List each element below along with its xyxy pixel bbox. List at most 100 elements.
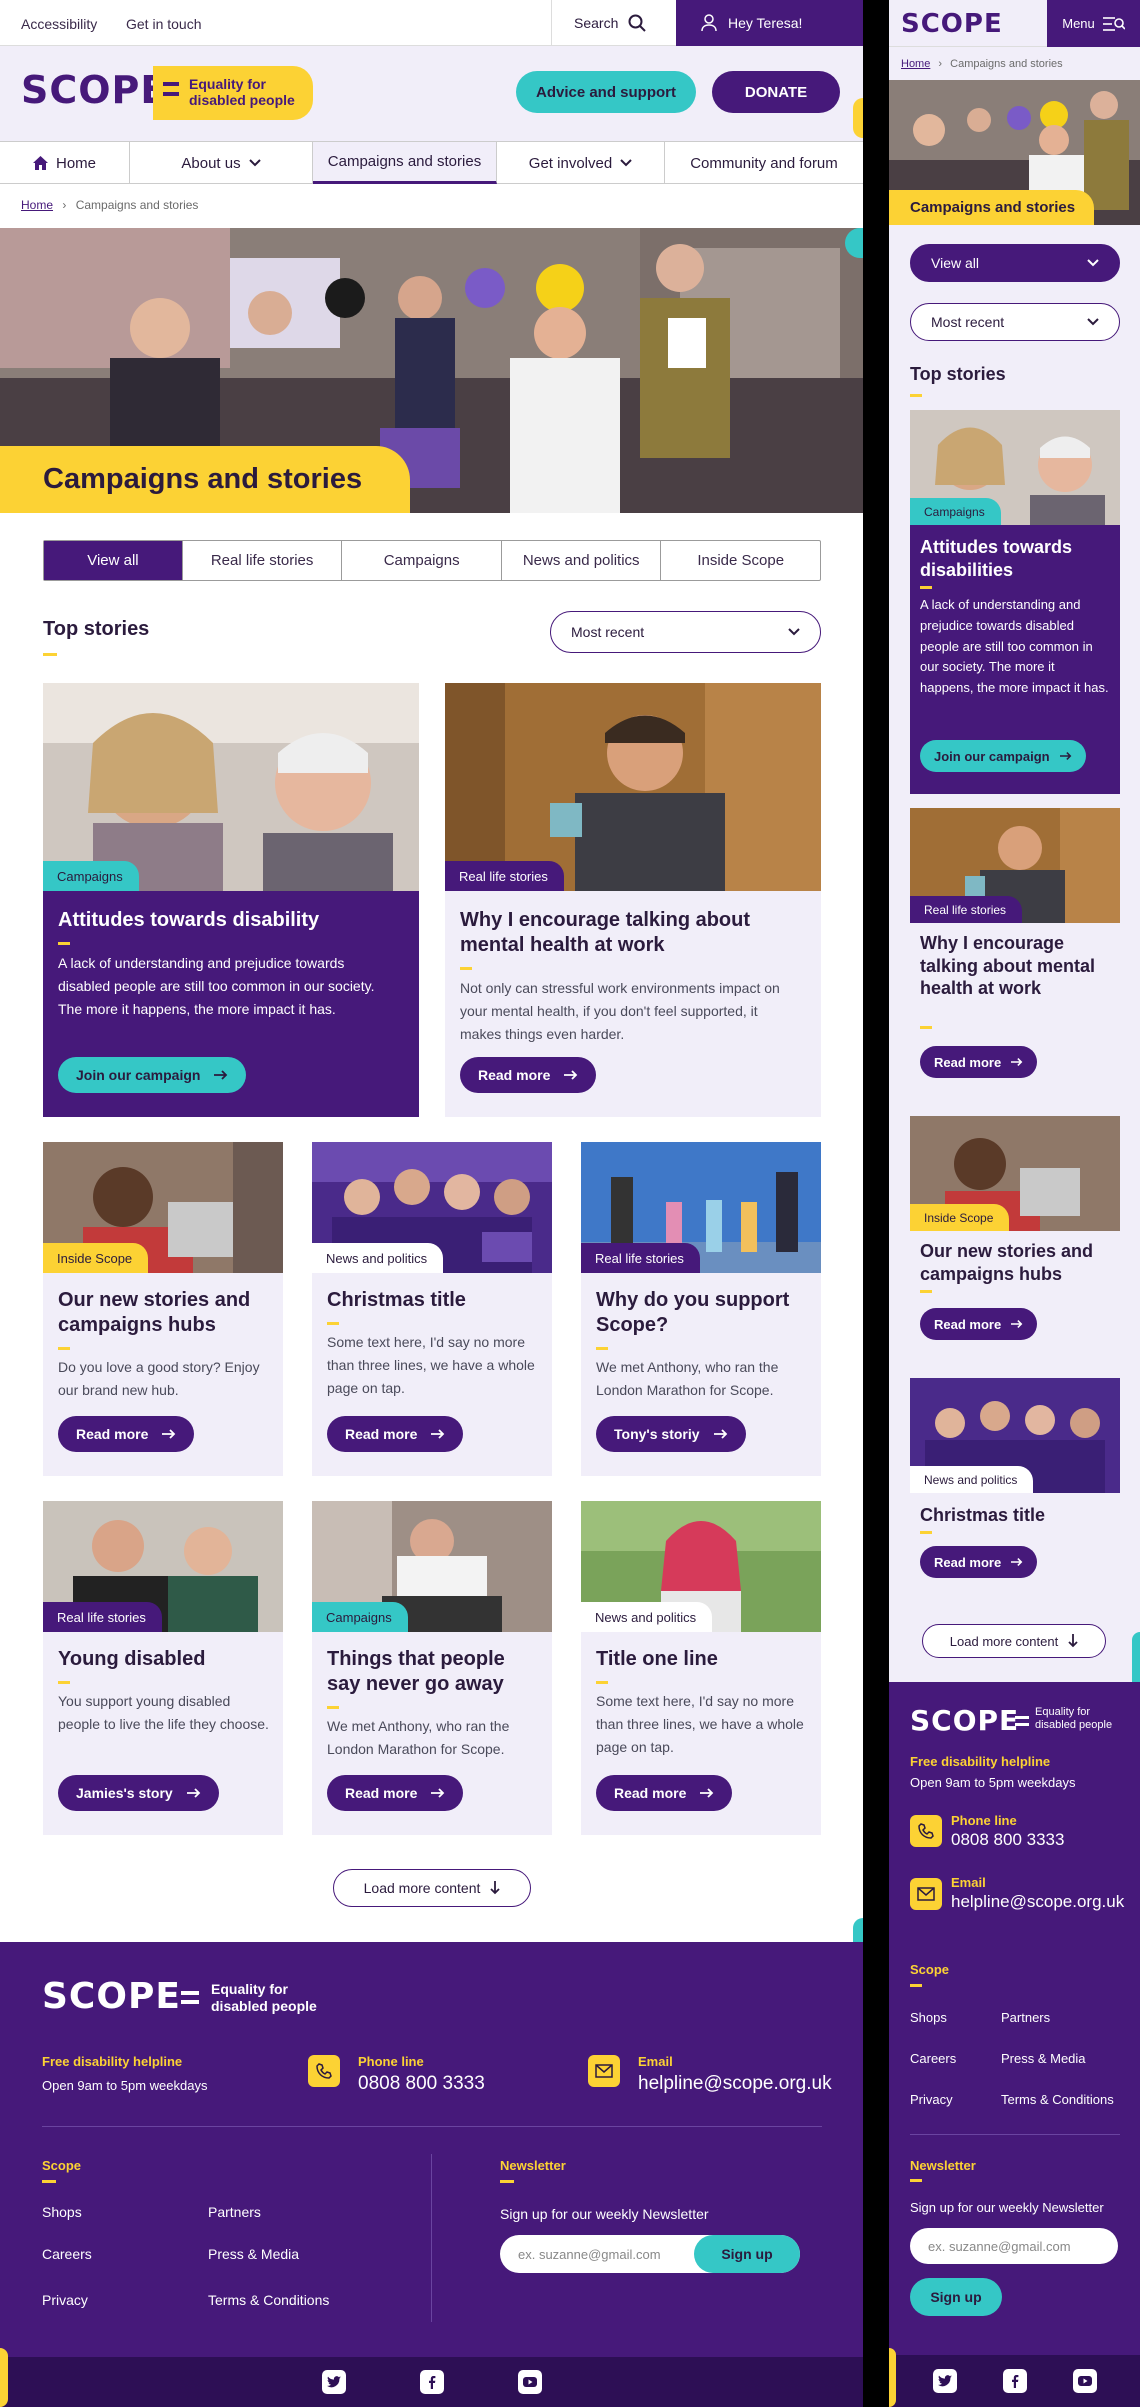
mobile-menu-button[interactable]: Menu	[1047, 0, 1140, 47]
phone-icon	[910, 1815, 942, 1847]
mobile-scope-logo[interactable]: SCOPE	[901, 9, 1003, 39]
twitter-icon[interactable]	[321, 2370, 346, 2394]
read-more-button[interactable]: Read more	[920, 1546, 1038, 1578]
story-card[interactable]: News and politics Christmas title Some t…	[312, 1142, 552, 1476]
filter-real-life-stories[interactable]: Real life stories	[183, 541, 343, 580]
newsletter-signup-button[interactable]: Sign up	[910, 2278, 1002, 2316]
equals-mark-top	[181, 1991, 199, 1995]
join-campaign-button[interactable]: Join our campaign	[58, 1057, 247, 1093]
email-address[interactable]: helpline@scope.org.uk	[951, 1892, 1124, 1912]
story-card[interactable]: Real life stories Why I encourage talkin…	[445, 683, 821, 1117]
search-button[interactable]: Search	[551, 0, 676, 46]
footer-link-press[interactable]: Press & Media	[1001, 2051, 1086, 2066]
footer-link-partners[interactable]: Partners	[1001, 2010, 1050, 2025]
get-in-touch-link[interactable]: Get in touch	[126, 16, 202, 32]
mobile-story-card[interactable]: News and politics Christmas title Read m…	[910, 1378, 1120, 1600]
footer-tagline: Equality for disabled people	[1035, 1706, 1112, 1732]
story-description: Some text here, I'd say no more than thr…	[596, 1693, 804, 1756]
advice-support-button[interactable]: Advice and support	[516, 71, 696, 113]
breadcrumb-home[interactable]: Home	[21, 198, 53, 212]
donate-button[interactable]: DONATE	[712, 71, 840, 113]
button-label: Read more	[76, 1426, 149, 1442]
youtube-icon[interactable]	[1072, 2369, 1097, 2393]
mobile-load-more-button[interactable]: Load more content	[922, 1624, 1106, 1658]
email-address[interactable]: helpline@scope.org.uk	[638, 2073, 832, 2095]
arrow-right-icon	[186, 1788, 201, 1798]
sort-select[interactable]: Most recent	[550, 611, 821, 653]
footer-link-shops[interactable]: Shops	[42, 2204, 82, 2220]
story-title: Why I encourage talking about mental hea…	[920, 933, 1096, 998]
read-story-button[interactable]: Tony's storiy	[596, 1416, 746, 1452]
button-label: Jamies's story	[76, 1785, 173, 1801]
footer-link-press[interactable]: Press & Media	[208, 2246, 299, 2262]
story-card[interactable]: Inside Scope Our new stories and campaig…	[43, 1142, 283, 1476]
facebook-icon[interactable]	[419, 2370, 444, 2394]
filter-view-all[interactable]: View all	[44, 541, 183, 580]
twitter-icon[interactable]	[932, 2369, 957, 2393]
filter-campaigns[interactable]: Campaigns	[342, 541, 502, 580]
breadcrumb-home[interactable]: Home	[901, 58, 930, 70]
scope-logo[interactable]: SCOPE	[21, 68, 167, 112]
read-more-button[interactable]: Read more	[327, 1775, 464, 1811]
button-label: Read more	[345, 1426, 418, 1442]
footer-scope-logo[interactable]: SCOPE	[910, 1704, 1019, 1737]
story-card[interactable]: News and politics Title one line Some te…	[581, 1501, 821, 1835]
story-title: Christmas title	[327, 1289, 466, 1311]
mobile-story-card[interactable]: Real life stories Why I encourage talkin…	[910, 808, 1120, 1100]
story-card[interactable]: Real life stories Why do you support Sco…	[581, 1142, 821, 1476]
nav-get-involved[interactable]: Get involved	[497, 142, 665, 184]
title-underline	[596, 1347, 608, 1350]
helpline-label: Free disability helpline	[42, 2054, 183, 2069]
story-title: Our new stories and campaigns hubs	[58, 1289, 251, 1336]
footer-link-terms[interactable]: Terms & Conditions	[1001, 2092, 1114, 2107]
story-card[interactable]: Campaigns Attitudes towards disability A…	[43, 683, 419, 1117]
footer-link-privacy[interactable]: Privacy	[910, 2092, 953, 2107]
story-title: Attitudes towards disabilities	[920, 537, 1073, 580]
phone-label: Phone line	[358, 2054, 424, 2069]
story-card[interactable]: Real life stories Young disabled You sup…	[43, 1501, 283, 1835]
accessibility-link[interactable]: Accessibility	[21, 16, 97, 32]
nav-home[interactable]: Home	[0, 142, 130, 184]
mobile-view: SCOPE Menu Home › Campaigns and stories …	[889, 0, 1140, 2407]
newsletter-signup-button[interactable]: Sign up	[694, 2235, 800, 2273]
read-story-button[interactable]: Jamies's story	[58, 1775, 219, 1811]
footer-link-shops[interactable]: Shops	[910, 2010, 947, 2025]
footer-link-partners[interactable]: Partners	[208, 2204, 261, 2220]
read-more-button[interactable]: Read more	[920, 1308, 1038, 1340]
footer-link-privacy[interactable]: Privacy	[42, 2292, 88, 2308]
youtube-icon[interactable]	[517, 2370, 542, 2394]
button-label: Read more	[614, 1785, 687, 1801]
footer-scope-logo[interactable]: SCOPE	[42, 1976, 181, 2017]
story-card[interactable]: Campaigns Things that people say never g…	[312, 1501, 552, 1835]
mobile-story-card[interactable]: Inside Scope Our new stories and campaig…	[910, 1116, 1120, 1362]
footer-link-terms[interactable]: Terms & Conditions	[208, 2292, 329, 2308]
phone-label: Phone line	[951, 1813, 1017, 1828]
top-stories-heading: Top stories	[43, 618, 150, 640]
user-account-button[interactable]: Hey Teresa!	[676, 0, 863, 46]
mobile-sort-select[interactable]: Most recent	[910, 303, 1120, 341]
phone-number[interactable]: 0808 800 3333	[951, 1830, 1064, 1850]
facebook-icon[interactable]	[1002, 2369, 1027, 2393]
mobile-story-card[interactable]: Campaigns Attitudes towards disabilities…	[910, 410, 1120, 794]
mobile-filter-select[interactable]: View all	[910, 244, 1120, 282]
nav-about-label: About us	[181, 154, 241, 172]
read-more-button[interactable]: Read more	[596, 1775, 733, 1811]
phone-number[interactable]: 0808 800 3333	[358, 2073, 485, 2095]
read-more-button[interactable]: Read more	[58, 1416, 195, 1452]
footer-link-careers[interactable]: Careers	[42, 2246, 92, 2262]
nav-community[interactable]: Community and forum	[665, 142, 863, 184]
arrow-right-icon	[431, 1429, 445, 1439]
nav-about[interactable]: About us	[130, 142, 313, 184]
newsletter-email-input[interactable]: ex. suzanne@gmail.com	[910, 2228, 1118, 2264]
read-more-button[interactable]: Read more	[460, 1057, 597, 1093]
footer-link-careers[interactable]: Careers	[910, 2051, 956, 2066]
filter-inside-scope[interactable]: Inside Scope	[661, 541, 820, 580]
read-more-button[interactable]: Read more	[920, 1046, 1038, 1078]
join-campaign-button[interactable]: Join our campaign	[920, 740, 1086, 772]
load-more-button[interactable]: Load more content	[333, 1869, 531, 1907]
read-more-button[interactable]: Read more	[327, 1416, 464, 1452]
title-underline	[327, 1706, 339, 1709]
filter-news-politics[interactable]: News and politics	[502, 541, 662, 580]
story-description: Some text here, I'd say no more than thr…	[327, 1334, 535, 1397]
nav-campaigns[interactable]: Campaigns and stories	[313, 142, 497, 184]
